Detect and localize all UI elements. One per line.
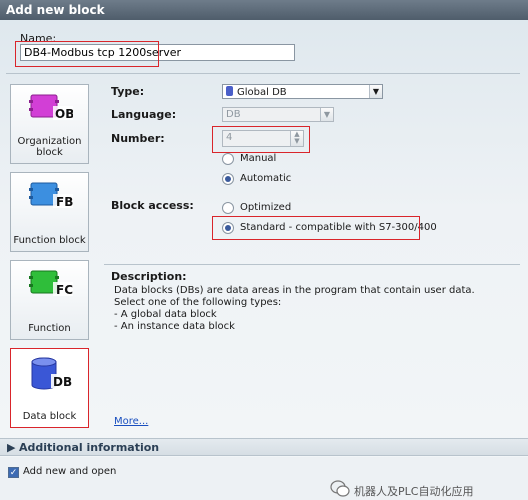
optimized-label: Optimized <box>240 202 292 213</box>
type-value: Global DB <box>237 87 287 98</box>
function-icon: FC <box>29 270 73 297</box>
organization-block-icon: OB <box>29 94 73 121</box>
block-access-label: Block access: <box>111 199 194 212</box>
language-label: Language: <box>111 108 177 121</box>
additional-information-toggle[interactable]: ▶ Additional information <box>0 438 528 456</box>
watermark-text: 机器人及PLC自动化应用 <box>354 485 474 498</box>
function-block-icon: FB <box>29 182 73 209</box>
svg-text:FC: FC <box>56 283 73 297</box>
function-block-label: Function block <box>13 235 86 246</box>
function-button[interactable]: FC Function <box>10 260 89 340</box>
name-input[interactable] <box>20 44 295 61</box>
language-select[interactable]: DB ▼ <box>222 107 334 122</box>
chevron-down-icon: ▼ <box>369 85 382 98</box>
language-value: DB <box>226 109 241 120</box>
more-link[interactable]: More... <box>114 416 148 427</box>
function-label: Function <box>28 323 71 334</box>
add-new-block-dialog: Name: OB Organization block FB Function … <box>0 20 528 500</box>
svg-text:OB: OB <box>55 107 73 121</box>
number-value: 4 <box>226 132 233 143</box>
radio-button-selected[interactable] <box>222 173 234 185</box>
description-line: - An instance data block <box>114 321 235 332</box>
chevron-down-icon: ▼ <box>320 108 333 121</box>
svg-text:DB: DB <box>53 375 72 389</box>
radio-button[interactable] <box>222 202 234 214</box>
number-label: Number: <box>111 132 165 145</box>
add-new-and-open-checkbox[interactable]: ✓ <box>8 467 19 478</box>
wechat-icon <box>330 480 350 497</box>
description-title: Description: <box>111 270 187 283</box>
organization-block-button[interactable]: OB Organization block <box>10 84 89 164</box>
type-select[interactable]: Global DB ▼ <box>222 84 383 99</box>
svg-text:FB: FB <box>56 195 73 209</box>
additional-information-label: Additional information <box>19 441 160 454</box>
add-new-and-open-label: Add new and open <box>23 466 117 477</box>
expand-arrow-icon: ▶ <box>7 441 16 454</box>
separator <box>6 73 520 74</box>
radio-button-selected[interactable] <box>222 222 234 234</box>
number-spinner[interactable]: 4 ▲ ▼ <box>222 130 304 147</box>
spinner-arrows-icon: ▲ ▼ <box>290 131 303 146</box>
automatic-label: Automatic <box>240 173 292 184</box>
standard-label: Standard - compatible with S7-300/400 <box>240 222 437 233</box>
database-icon <box>226 86 233 96</box>
description-line: Select one of the following types: <box>114 297 282 308</box>
description-line: - A global data block <box>114 309 217 320</box>
organization-block-label-2: block <box>36 147 63 158</box>
window-title: Add new block <box>0 0 528 20</box>
description-line: Data blocks (DBs) are data areas in the … <box>114 285 475 296</box>
radio-button[interactable] <box>222 153 234 165</box>
manual-label: Manual <box>240 153 277 164</box>
data-block-button[interactable]: DB Data block <box>10 348 89 428</box>
data-block-label: Data block <box>22 411 77 422</box>
data-block-icon: DB <box>31 357 72 390</box>
type-label: Type: <box>111 85 145 98</box>
organization-block-label-1: Organization <box>17 136 82 147</box>
separator <box>104 264 520 265</box>
function-block-button[interactable]: FB Function block <box>10 172 89 252</box>
